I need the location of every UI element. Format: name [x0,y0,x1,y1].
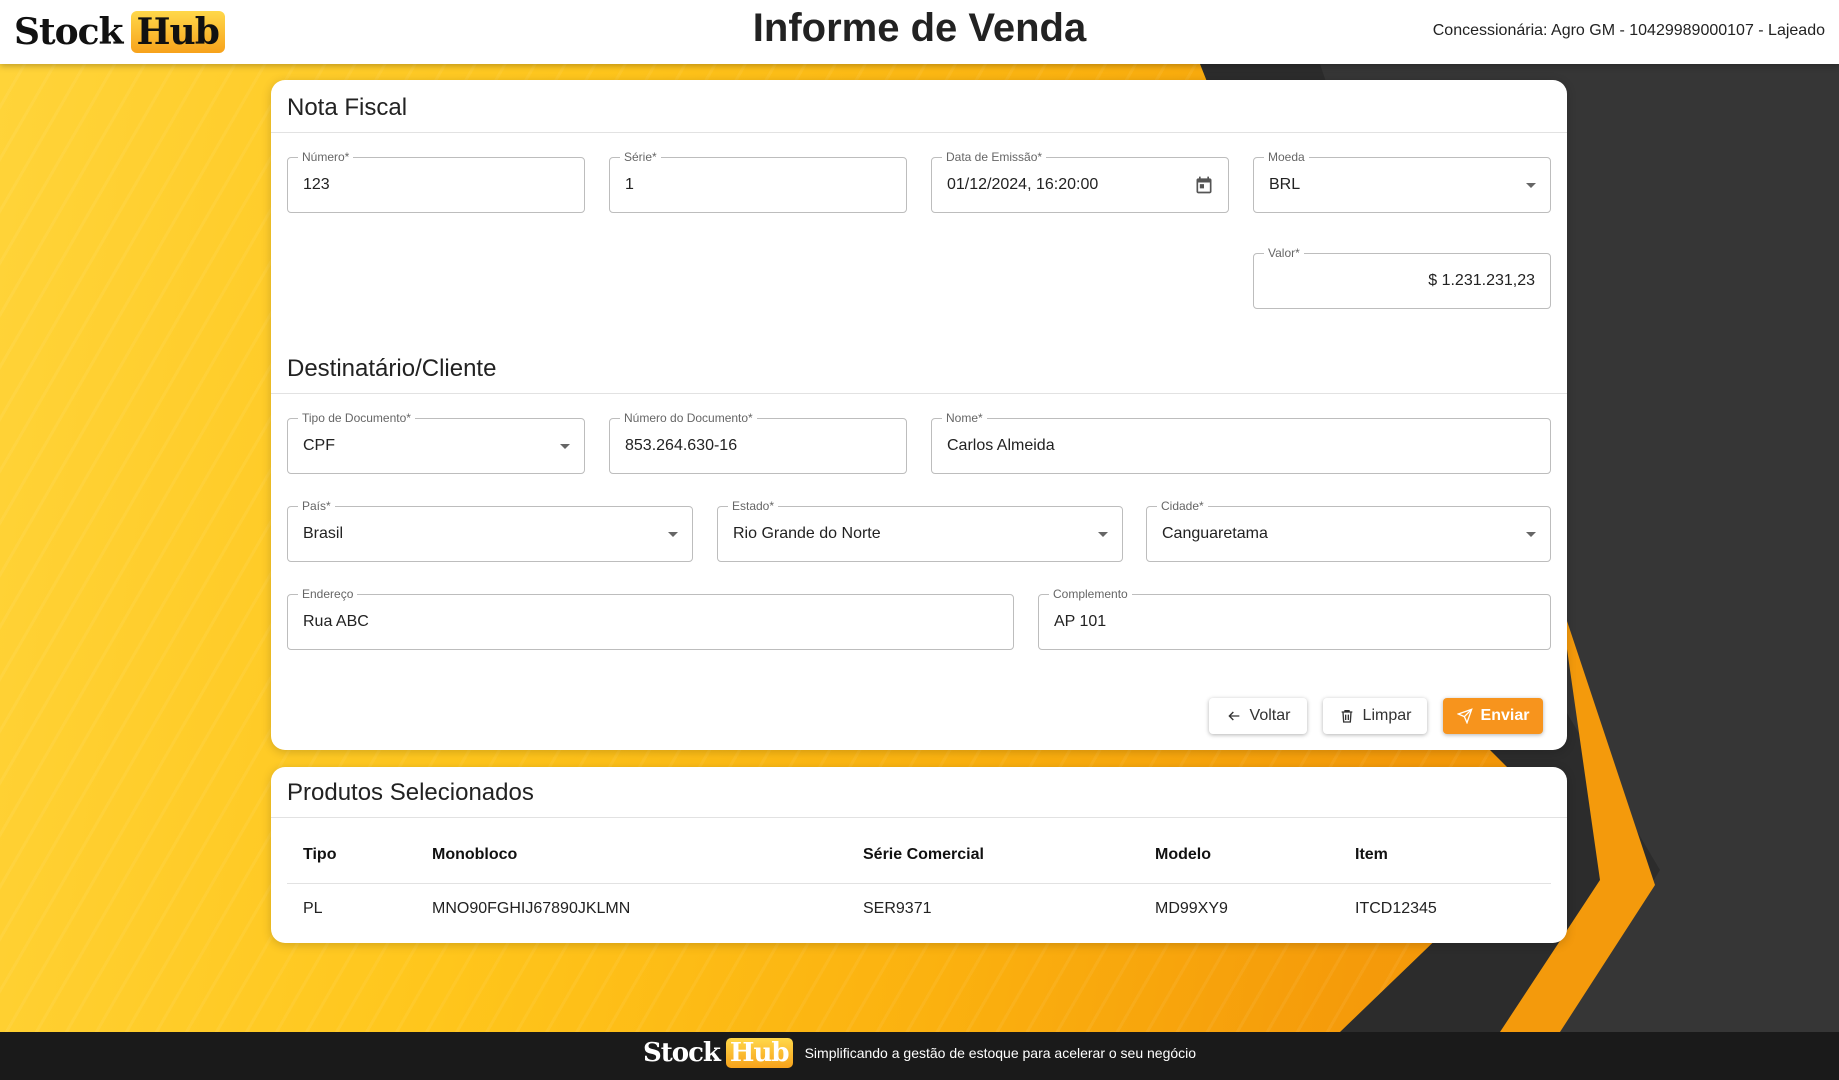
table-header-divider [287,883,1551,884]
dropdown-arrow-icon [1098,532,1108,537]
nome-field[interactable]: Nome* Carlos Almeida [931,411,1551,474]
section-title-produtos: Produtos Selecionados [287,779,534,806]
dropdown-arrow-icon [668,532,678,537]
tipo-documento-select[interactable]: Tipo de Documento* CPF [287,411,585,474]
endereco-field[interactable]: Endereço Rua ABC [287,587,1014,650]
section-title-destinatario: Destinatário/Cliente [287,355,497,382]
cell-tipo: PL [303,900,323,917]
arrow-left-icon [1227,711,1239,721]
numero-documento-field[interactable]: Número do Documento* 853.264.630-16 [609,411,907,474]
trash-icon [1341,710,1352,723]
dropdown-arrow-icon [560,444,570,449]
footer-logo: Stock Hub [643,1038,793,1068]
cidade-select[interactable]: Cidade* Canguaretama [1146,499,1551,562]
complemento-field[interactable]: Complemento AP 101 [1038,587,1551,650]
limpar-button[interactable]: Limpar [1323,698,1427,734]
section-title-nota-fiscal: Nota Fiscal [287,94,408,121]
cell-modelo: MD99XY9 [1155,900,1228,917]
form-card: Nota Fiscal Número* 123 Série* 1 Data de… [271,80,1567,750]
enviar-button[interactable]: Enviar [1443,698,1543,734]
numero-field[interactable]: Número* 123 [287,150,585,213]
estado-select[interactable]: Estado* Rio Grande do Norte [717,499,1123,562]
serie-field[interactable]: Série* 1 [609,150,907,213]
column-header-tipo[interactable]: Tipo [303,846,336,864]
cell-serie-comercial: SER9371 [863,900,932,917]
cell-monobloco: MNO90FGHIJ67890JKLMN [432,900,631,917]
app-footer: Stock Hub Simplificando a gestão de esto… [0,1032,1839,1080]
dealer-info: Concessionária: Agro GM - 10429989000107… [1432,22,1825,39]
send-icon [1456,708,1473,724]
column-header-modelo[interactable]: Modelo [1155,846,1211,864]
column-header-serie-comercial[interactable]: Série Comercial [863,846,984,864]
app-header: Stock Hub Informe de Venda Concessionári… [0,0,1839,64]
column-header-item[interactable]: Item [1355,846,1388,864]
data-emissao-field[interactable]: Data de Emissão* 01/12/2024, 16:20:00 [931,150,1229,213]
pais-select[interactable]: País* Brasil [287,499,693,562]
dropdown-arrow-icon [1526,183,1536,188]
divider [271,132,1567,133]
moeda-select[interactable]: Moeda BRL [1253,150,1551,213]
footer-tagline: Simplificando a gestão de estoque para a… [804,1045,1197,1061]
valor-field[interactable]: Valor* $ 1.231.231,23 [1253,246,1551,309]
column-header-monobloco[interactable]: Monobloco [432,846,517,864]
dropdown-arrow-icon [1526,532,1536,537]
voltar-button[interactable]: Voltar [1209,698,1307,734]
divider [271,393,1567,394]
cell-item: ITCD12345 [1355,900,1437,917]
calendar-icon[interactable] [1194,175,1214,195]
divider [271,817,1567,818]
